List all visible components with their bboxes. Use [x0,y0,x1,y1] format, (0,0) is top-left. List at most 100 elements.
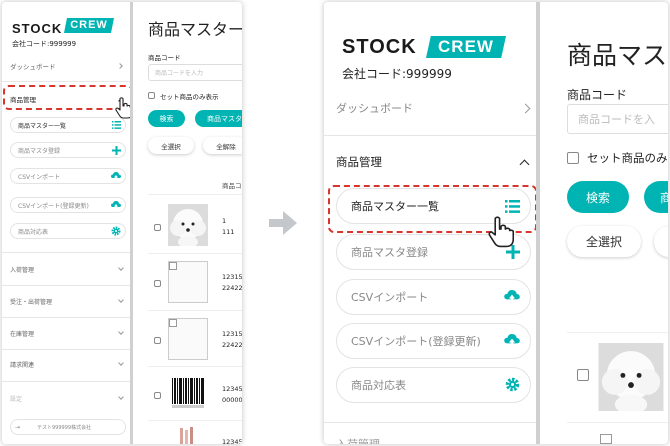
cloud-upload-icon [504,334,520,348]
left-nav-dashboard[interactable]: ダッシュボード [10,60,128,72]
row-code-line1: 123456 [222,438,242,444]
right-nav-product-mgmt[interactable]: 商品管理 [336,153,506,171]
plus-icon [112,146,121,155]
nav-label: ダッシュボード [336,102,413,115]
row-checkbox[interactable] [154,224,161,231]
row-code-line2: 224226 [222,284,242,292]
row-checkbox[interactable] [154,392,161,399]
left-logo: STOCK CREW [12,18,122,36]
left-sub-item-product-master-list[interactable]: 商品マスター一覧 [10,117,126,133]
left-nav-settings[interactable]: 設定 [10,392,120,404]
left-sub-item-csv-import-update[interactable]: CSVインポート(登録更新) [10,197,126,213]
broken-image-icon [600,434,612,444]
right-sub-item-csv-import[interactable]: CSVインポート [336,279,531,315]
right-sub-item-product-mapping[interactable]: 商品対応表 [336,367,531,403]
left-sub-item-product-mapping[interactable]: 商品対応表 [10,223,126,239]
left-product-master-button[interactable]: 商品マスタ [195,110,242,127]
row-code-line1: 123456 [222,385,242,393]
cloud-upload-icon [111,172,121,181]
sub-item-label: 商品対応表 [18,228,49,236]
sub-item-label: 商品マスター一覧 [18,122,67,130]
left-product-code-input[interactable]: 商品コードを入力 [148,64,242,81]
right-product-code-input[interactable]: 商品コードを入 [567,104,668,134]
nav-label: 設定 [10,395,23,403]
chevron-right-icon [520,103,531,114]
right-product-code-label: 商品コード [567,88,628,102]
nav-label: 受注・出荷管理 [10,298,53,306]
right-sub-item-csv-import-update[interactable]: CSVインポート(登録更新) [336,323,531,359]
divider [2,252,130,253]
right-company-code: 会社コード:999999 [342,67,452,81]
nav-label: ダッシュボード [10,63,56,71]
left-company-code: 会社コード:999999 [12,40,77,48]
right-set-only-checkbox[interactable] [567,152,579,164]
left-user-pill[interactable]: ⇥ テスト999999株式会社 [10,419,126,435]
row-code-line1: 1 [222,217,227,225]
logout-icon: ⇥ [15,423,21,431]
logo-crew-text: CREW [426,36,506,58]
right-logo: STOCK CREW [342,36,512,60]
product-thumbnail-dog [168,204,208,246]
divider [2,317,130,318]
row-code-line2: 224226 [222,341,242,349]
sub-item-label: CSVインポート [351,291,429,304]
row-checkbox[interactable] [154,280,161,287]
left-sub-item-csv-import[interactable]: CSVインポート [10,168,126,184]
divider [324,422,536,423]
left-search-button[interactable]: 検索 [148,110,185,127]
left-sidebar-divider [130,2,133,444]
left-nav-inbound[interactable]: 入荷管理 [10,263,120,275]
right-sidebar-divider [536,2,540,444]
divider [2,285,130,286]
sub-item-label: CSVインポート(登録更新) [18,202,89,210]
chevron-up-icon [519,159,530,170]
cloud-upload-icon [504,290,520,304]
left-highlight-box [3,85,133,110]
divider [148,310,242,311]
right-product-master-button[interactable]: 商 [644,181,668,213]
left-screenshot: STOCK CREW 会社コード:999999 ダッシュボード 商品管理 商品マ… [2,2,242,444]
right-nav-dashboard[interactable]: ダッシュボード [336,99,506,117]
barcode-thumbnail [168,374,208,412]
arrow-right-icon [269,211,297,235]
product-thumbnail-dog [598,343,664,411]
divider [2,349,130,350]
left-deselect-all-button[interactable]: 全解除 [203,137,242,154]
row-code-line2: 000000 [222,396,242,404]
logo-stock-text: STOCK [342,36,417,58]
divider [148,420,242,421]
cloud-upload-icon [111,201,121,210]
left-set-only-checkbox[interactable] [148,92,155,99]
sub-item-label: 商品マスタ登録 [351,246,428,259]
row-code-line1: 123156 [222,273,242,281]
row-checkbox[interactable] [577,369,589,381]
hand-cursor-icon [488,216,514,248]
right-select-all-button[interactable]: 全選択 [567,226,641,257]
row-code-line2: 111 [222,228,235,236]
left-nav-billing[interactable]: 請求関連 [10,358,120,370]
list-icon [112,121,121,129]
left-nav-inventory[interactable]: 在庫管理 [10,327,120,339]
broken-image-icon [169,319,177,327]
gear-icon [505,377,520,392]
sub-item-label: CSVインポート(登録更新) [351,335,481,348]
left-select-all-button[interactable]: 全選択 [148,137,194,154]
user-name: テスト999999株式会社 [37,424,92,431]
left-nav-orders[interactable]: 受注・出荷管理 [10,295,120,307]
cosmetics-thumbnail [168,426,208,444]
right-search-button[interactable]: 検索 [567,181,629,213]
right-sidebar: STOCK CREW 会社コード:999999 ダッシュボード 商品管理 商品マ… [324,2,537,444]
left-sub-item-product-register[interactable]: 商品マスタ登録 [10,142,126,158]
right-deselect-all-button[interactable] [654,226,668,257]
sub-item-label: CSVインポート [18,173,61,181]
nav-label: 入荷管理 [10,266,35,274]
right-nav-inbound-partial[interactable]: 入荷管理 [336,436,506,444]
left-set-only-label: セット商品のみ表示 [160,93,219,101]
divider [2,381,130,382]
right-screenshot: STOCK CREW 会社コード:999999 ダッシュボード 商品管理 商品マ… [324,2,668,444]
nav-label: 請求関連 [10,361,35,369]
row-code-line1: 123156 [222,330,242,338]
row-checkbox[interactable] [154,337,161,344]
divider [148,253,242,254]
divider [148,366,242,367]
